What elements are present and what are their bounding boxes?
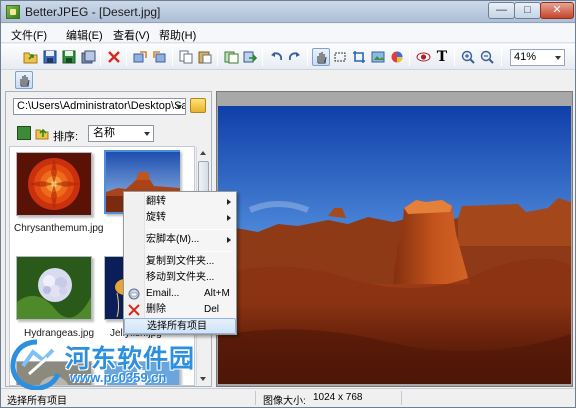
delete-x-icon	[128, 304, 140, 316]
open-icon[interactable]	[22, 48, 40, 66]
delete-icon[interactable]	[105, 48, 123, 66]
menu-item-label: 翻转	[146, 196, 166, 207]
browse-folder-icon[interactable]	[190, 98, 206, 113]
zoom-out-icon[interactable]	[478, 48, 496, 66]
menu-item-macro[interactable]: 宏脚本(M)...	[124, 232, 236, 248]
menu-help[interactable]: 帮助(H)	[159, 27, 196, 43]
chevron-down-icon	[144, 132, 150, 136]
menu-edit[interactable]: 编辑(E)	[66, 27, 103, 43]
chevron-down-icon	[176, 105, 182, 109]
submenu-arrow-icon	[227, 215, 231, 221]
pan-hand-icon[interactable]	[15, 71, 33, 89]
menu-file[interactable]: 文件(F)	[11, 27, 47, 43]
sort-select[interactable]: 名称	[88, 125, 154, 142]
thumbnail-lighthouse[interactable]	[104, 361, 180, 385]
status-divider	[255, 391, 256, 405]
sort-row: 排序: 名称	[13, 125, 203, 143]
maximize-button[interactable]: □	[514, 2, 541, 19]
menu-item-rotate[interactable]: 旋转	[124, 210, 236, 226]
color-icon[interactable]	[388, 48, 406, 66]
menu-bar: 文件(F) 编辑(E) 查看(V) 帮助(H)	[1, 24, 575, 43]
sort-label: 排序:	[53, 131, 79, 143]
image-preview-pane[interactable]	[216, 91, 573, 387]
save-as-icon[interactable]	[60, 48, 78, 66]
thumbnail-caption: Hydrangeas.jpg	[24, 328, 95, 339]
menu-item-move-to-folder[interactable]: 移动到文件夹...	[124, 270, 236, 286]
scroll-down-icon[interactable]	[200, 377, 206, 381]
copy-icon[interactable]	[177, 48, 195, 66]
menu-item-label: 移动到文件夹...	[146, 272, 215, 283]
main-toolbar: T 41%	[1, 44, 575, 70]
email-icon	[128, 288, 140, 300]
sort-value: 名称	[93, 127, 115, 139]
image-size-label: 图像大小:	[263, 396, 306, 407]
scroll-up-icon[interactable]	[200, 151, 206, 155]
menu-item-email[interactable]: Email... Alt+M	[124, 286, 236, 302]
menu-item-label: 复制到文件夹...	[146, 256, 215, 267]
menu-separator	[147, 251, 233, 252]
zoom-value: 41%	[514, 51, 537, 63]
select-tool-icon[interactable]	[331, 48, 349, 66]
folder-path-value: C:\Users\Administrator\Desktop\Sam	[17, 100, 186, 112]
menu-item-delete[interactable]: 删除 Del	[124, 302, 236, 318]
status-message: 选择所有项目	[7, 396, 67, 407]
hand-tool-icon[interactable]	[312, 48, 330, 66]
menu-item-shortcut: Alt+M	[204, 288, 230, 299]
folder-path-combo[interactable]: C:\Users\Administrator\Desktop\Sam	[13, 98, 186, 115]
text-icon[interactable]: T	[433, 48, 451, 66]
refresh-icon[interactable]	[17, 126, 31, 140]
menu-item-label: 选择所有项目	[147, 321, 207, 332]
title-bar[interactable]: BetterJPEG - [Desert.jpg] — □ ✕	[1, 1, 575, 23]
menu-item-flip[interactable]: 翻转	[124, 194, 236, 210]
rotate-left-file-icon[interactable]	[131, 48, 149, 66]
menu-item-copy-to-folder[interactable]: 复制到文件夹...	[124, 254, 236, 270]
zoom-select[interactable]: 41%	[510, 49, 565, 66]
menu-item-label: 删除	[146, 304, 166, 315]
close-button[interactable]: ✕	[540, 2, 574, 19]
window-title: BetterJPEG - [Desert.jpg]	[25, 5, 161, 19]
image-size-value: 1024 x 768	[313, 392, 363, 403]
undo-icon[interactable]	[267, 48, 285, 66]
zoom-in-icon[interactable]	[459, 48, 477, 66]
app-window: BetterJPEG - [Desert.jpg] — □ ✕ 文件(F) 编辑…	[0, 0, 576, 408]
menu-item-select-all[interactable]: 选择所有项目	[124, 318, 236, 334]
paste-icon[interactable]	[196, 48, 214, 66]
submenu-arrow-icon	[227, 199, 231, 205]
submenu-arrow-icon	[227, 237, 231, 243]
up-folder-icon[interactable]	[35, 126, 49, 140]
batch-icon[interactable]	[79, 48, 97, 66]
menu-item-label: 旋转	[146, 212, 166, 223]
thumbnail-hydrangeas[interactable]	[16, 256, 92, 320]
menu-separator	[147, 229, 233, 230]
crop-icon[interactable]	[350, 48, 368, 66]
secondary-toolbar	[1, 71, 575, 91]
desert-photo	[218, 106, 571, 384]
menu-view[interactable]: 查看(V)	[113, 27, 150, 43]
context-menu: 翻转 旋转 宏脚本(M)... 复制到文件夹... 移动到文件夹... Emai…	[123, 191, 237, 335]
chevron-down-icon	[555, 56, 561, 60]
move-to-icon[interactable]	[241, 48, 259, 66]
thumbnail-koala[interactable]	[16, 361, 92, 385]
menu-item-shortcut: Del	[204, 304, 220, 315]
copy-to-icon[interactable]	[222, 48, 240, 66]
redo-icon[interactable]	[286, 48, 304, 66]
menu-item-label: Email...	[146, 288, 180, 299]
status-divider	[401, 391, 402, 405]
minimize-button[interactable]: —	[488, 2, 515, 19]
status-bar: 选择所有项目 图像大小: 1024 x 768	[1, 388, 575, 407]
thumbnail-chrysanthemum[interactable]	[16, 152, 92, 216]
rotate-right-file-icon[interactable]	[150, 48, 168, 66]
app-logo-icon	[6, 5, 20, 19]
thumbnail-caption: Chrysanthemum.jpg	[14, 223, 104, 234]
redeye-icon[interactable]	[369, 48, 387, 66]
menu-item-label: 宏脚本(M)...	[146, 234, 200, 245]
save-icon[interactable]	[41, 48, 59, 66]
eye-icon[interactable]	[414, 48, 432, 66]
